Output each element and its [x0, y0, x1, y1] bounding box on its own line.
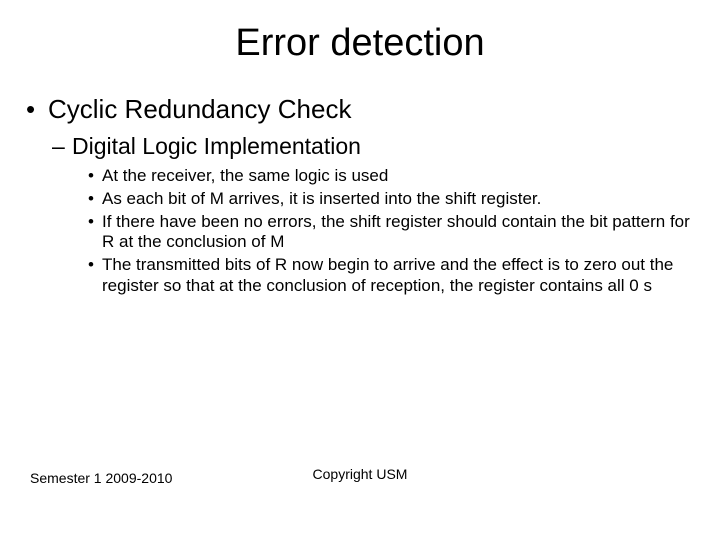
bullet-level3: If there have been no errors, the shift …: [26, 212, 694, 253]
slide-title: Error detection: [0, 0, 720, 75]
footer-center: Copyright USM: [0, 466, 720, 482]
bullet-level3: As each bit of M arrives, it is inserted…: [26, 189, 694, 210]
bullet-level2: Digital Logic Implementation: [26, 132, 694, 161]
bullet-level3: The transmitted bits of R now begin to a…: [26, 255, 694, 296]
slide: Error detection Cyclic Redundancy Check …: [0, 0, 720, 540]
bullet-level3: At the receiver, the same logic is used: [26, 166, 694, 187]
slide-body: Cyclic Redundancy Check Digital Logic Im…: [0, 75, 720, 297]
bullet-level1: Cyclic Redundancy Check: [26, 93, 694, 126]
